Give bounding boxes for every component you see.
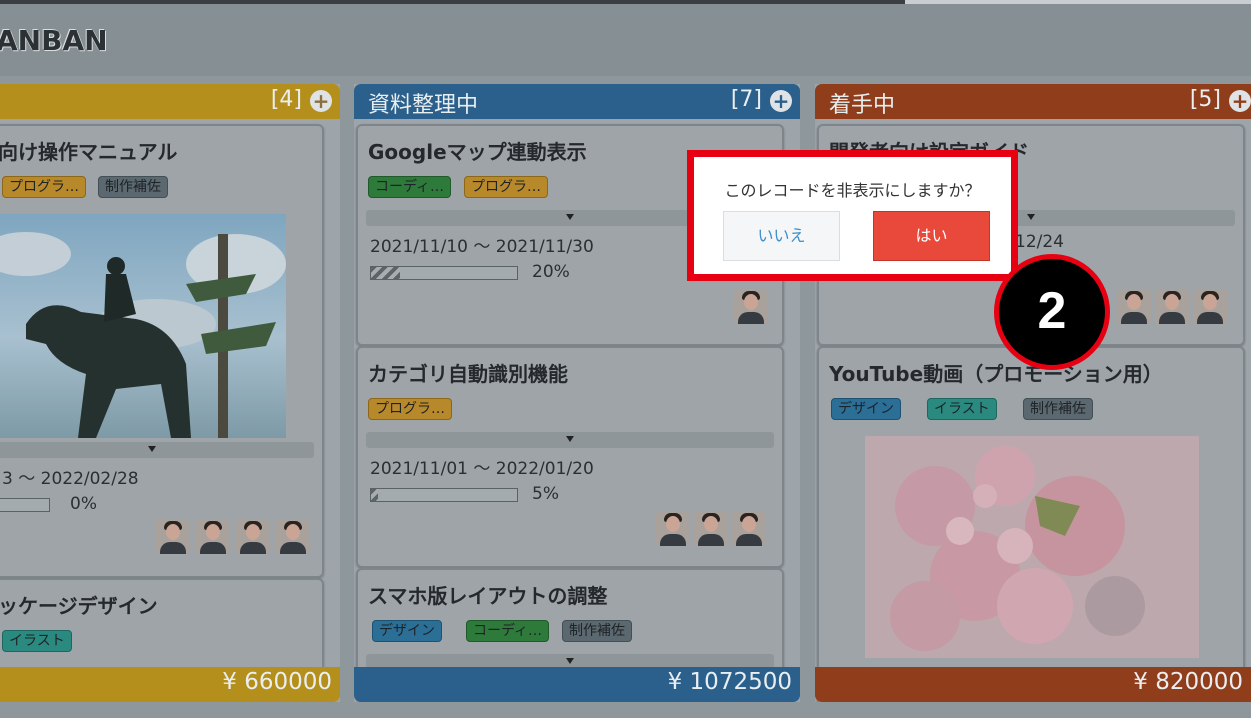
card-dates: 3 ～ 2022/02/28 xyxy=(2,469,139,489)
no-button[interactable]: いいえ xyxy=(723,211,840,261)
add-card-icon[interactable]: + xyxy=(1229,90,1251,112)
card-title: 向け操作マニュアル xyxy=(0,140,178,164)
caret-down-icon xyxy=(566,436,574,442)
card-image xyxy=(865,436,1199,658)
tag: イラスト xyxy=(2,630,72,652)
column-count: [7] xyxy=(730,87,762,112)
avatar xyxy=(1193,290,1227,324)
avatar xyxy=(1117,290,1151,324)
column-count: [5] xyxy=(1189,87,1221,112)
progress-fill xyxy=(371,489,379,501)
avatar xyxy=(276,520,310,554)
cherry-blossom-image xyxy=(865,436,1199,658)
dialog-message: このレコードを非表示にしますか？ xyxy=(724,181,981,200)
tag: デザイン xyxy=(372,620,442,642)
yes-button[interactable]: はい xyxy=(873,211,990,261)
kanban-card[interactable]: 向け操作マニュアル プログラ… 制作補佐 3 ～ 2022/02/28 0% xyxy=(0,124,324,578)
app-header: ANBAN xyxy=(0,4,1251,76)
progress-bar xyxy=(0,498,50,512)
statue-image xyxy=(0,232,286,438)
avatar xyxy=(156,520,190,554)
progress-text: 0% xyxy=(70,494,97,514)
kanban-card[interactable]: YouTube動画（プロモーション用） デザイン イラスト 制作補佐 xyxy=(817,346,1245,702)
avatar xyxy=(732,512,766,546)
progress-text: 20% xyxy=(532,262,570,282)
avatar xyxy=(656,512,690,546)
tag: プログラ… xyxy=(2,176,86,198)
column-footer: ¥ 1072500 xyxy=(354,667,800,702)
card-dates: 2021/11/01 ～ 2022/01/20 xyxy=(370,459,594,479)
app-logo: ANBAN xyxy=(0,24,108,57)
column-total: ¥ 660000 xyxy=(222,669,332,695)
tag: イラスト xyxy=(927,398,997,420)
card-expander[interactable] xyxy=(0,442,314,458)
column-total: ¥ 1072500 xyxy=(667,669,792,695)
caret-down-icon xyxy=(1027,214,1035,220)
card-title: カテゴリ自動識別機能 xyxy=(368,362,568,386)
card-dates: 2021/11/10 ～ 2021/11/30 xyxy=(370,237,594,257)
avatar xyxy=(1155,290,1189,324)
add-card-icon[interactable]: + xyxy=(770,90,792,112)
column-header: [4] + xyxy=(0,84,340,119)
progress-bar xyxy=(370,488,518,502)
column-header: 着手中 [5] + xyxy=(815,84,1251,119)
column-footer: ¥ 820000 xyxy=(815,667,1251,702)
confirm-dialog: このレコードを非表示にしますか？ いいえ はい xyxy=(687,150,1018,281)
card-title: YouTube動画（プロモーション用） xyxy=(829,362,1163,386)
card-title: スマホ版レイアウトの調整 xyxy=(368,584,608,608)
progress-text: 5% xyxy=(532,484,559,504)
column-footer: ¥ 660000 xyxy=(0,667,340,702)
add-card-icon[interactable]: + xyxy=(310,90,332,112)
column-header: 資料整理中 [7] + xyxy=(354,84,800,119)
tag: 制作補佐 xyxy=(562,620,632,642)
avatar xyxy=(734,290,768,324)
kanban-card[interactable]: カテゴリ自動識別機能 プログラ… 2021/11/01 ～ 2022/01/20… xyxy=(356,346,784,568)
card-dates: 12/24 xyxy=(1015,232,1064,252)
step-marker: 2 xyxy=(994,254,1110,370)
avatar xyxy=(236,520,270,554)
caret-down-icon xyxy=(566,658,574,664)
card-title: Googleマップ連動表示 xyxy=(368,140,587,164)
column-title: 着手中 xyxy=(829,93,896,118)
tag: プログラ… xyxy=(464,176,548,198)
column-title: 資料整理中 xyxy=(368,93,479,118)
column-count: [4] xyxy=(270,87,302,112)
tag: コーディ… xyxy=(466,620,550,642)
kanban-column: [4] + 向け操作マニュアル プログラ… 制作補佐 3 ～ 2022/02/2… xyxy=(0,84,340,702)
card-image xyxy=(0,214,286,438)
progress-fill xyxy=(371,267,401,279)
tag: 制作補佐 xyxy=(98,176,168,198)
progress-bar xyxy=(370,266,518,280)
tag: コーディ… xyxy=(368,176,452,198)
tag: 制作補佐 xyxy=(1023,398,1093,420)
tag: デザイン xyxy=(831,398,901,420)
tag: プログラ… xyxy=(368,398,452,420)
avatar xyxy=(694,512,728,546)
avatar xyxy=(196,520,230,554)
card-title: ッケージデザイン xyxy=(0,594,158,618)
caret-down-icon xyxy=(566,214,574,220)
column-total: ¥ 820000 xyxy=(1133,669,1243,695)
card-expander[interactable] xyxy=(366,432,774,448)
caret-down-icon xyxy=(148,446,156,452)
